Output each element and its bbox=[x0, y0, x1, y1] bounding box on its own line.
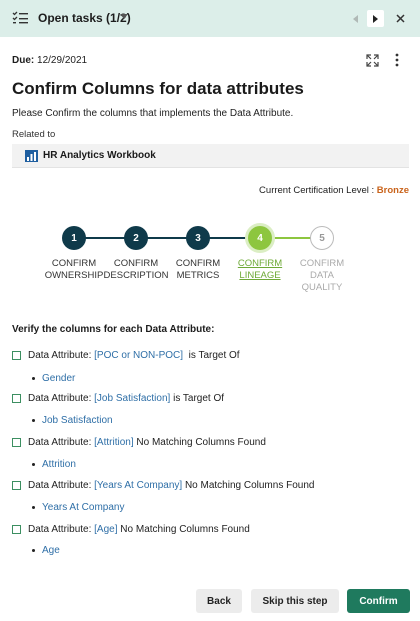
attribute-prefix: Data Attribute: bbox=[28, 524, 92, 535]
step-2-label: CONFIRM DESCRIPTION bbox=[103, 258, 169, 281]
certification-value: Bronze bbox=[376, 185, 409, 196]
step-2-circle: 2 bbox=[124, 226, 148, 250]
next-task-button[interactable] bbox=[367, 10, 384, 27]
attribute-suffix: No Matching Columns Found bbox=[120, 524, 250, 535]
attribute-link[interactable]: [Attrition] bbox=[94, 437, 133, 448]
attribute-checkbox[interactable] bbox=[12, 394, 21, 403]
due-date-value: 12/29/2021 bbox=[37, 55, 88, 66]
column-item: Attrition bbox=[32, 459, 76, 470]
attribute-row: Data Attribute: [Attrition] No Matching … bbox=[12, 437, 266, 448]
attribute-prefix: Data Attribute: bbox=[28, 480, 92, 491]
bullet bbox=[32, 419, 35, 422]
step-connector bbox=[74, 237, 260, 239]
close-icon bbox=[396, 14, 405, 23]
chevron-down-icon[interactable] bbox=[120, 14, 128, 19]
chevron-left-icon bbox=[353, 14, 358, 23]
step-4-circle[interactable]: 4 bbox=[248, 226, 272, 250]
workbook-icon bbox=[25, 150, 38, 162]
attribute-prefix: Data Attribute: bbox=[28, 350, 92, 361]
step-1-label: CONFIRM OWNERSHIP bbox=[44, 258, 104, 281]
attribute-suffix: No Matching Columns Found bbox=[184, 480, 315, 491]
column-link[interactable]: Gender bbox=[42, 373, 75, 384]
certification-level: Current Certification Level : Bronze bbox=[259, 185, 409, 196]
step-3-label: CONFIRM METRICS bbox=[175, 258, 221, 281]
bullet bbox=[32, 549, 35, 552]
attribute-row: Data Attribute: [Years At Company] No Ma… bbox=[12, 480, 314, 491]
step-1-circle: 1 bbox=[62, 226, 86, 250]
attribute-row: Data Attribute: [Age] No Matching Column… bbox=[12, 524, 250, 535]
attribute-checkbox[interactable] bbox=[12, 438, 21, 447]
close-button[interactable] bbox=[392, 10, 409, 27]
column-link[interactable]: Attrition bbox=[42, 459, 76, 470]
step-5-label: CONFIRM DATA QUALITY bbox=[299, 258, 345, 293]
bullet bbox=[32, 506, 35, 509]
column-link[interactable]: Job Satisfaction bbox=[42, 415, 113, 426]
column-link[interactable]: Age bbox=[42, 545, 60, 556]
attribute-suffix: No Matching Columns Found bbox=[136, 437, 266, 448]
checklist-icon bbox=[12, 11, 28, 24]
column-item: Age bbox=[32, 545, 60, 556]
attribute-link[interactable]: [Age] bbox=[94, 524, 117, 535]
attribute-checkbox[interactable] bbox=[12, 481, 21, 490]
open-tasks-title[interactable]: Open tasks (1/2) bbox=[38, 11, 131, 25]
related-item-label[interactable]: HR Analytics Workbook bbox=[43, 150, 156, 161]
attribute-link[interactable]: [Job Satisfaction] bbox=[94, 393, 170, 404]
step-4-label[interactable]: CONFIRM LINEAGE bbox=[225, 258, 295, 282]
bullet bbox=[32, 463, 35, 466]
attribute-link[interactable]: [Years At Company] bbox=[94, 480, 182, 491]
confirm-button[interactable]: Confirm bbox=[347, 589, 410, 613]
expand-icon[interactable] bbox=[366, 54, 379, 67]
attribute-row: Data Attribute: [POC or NON-POC] is Targ… bbox=[12, 350, 240, 361]
more-options-icon[interactable] bbox=[394, 53, 400, 67]
skip-step-button[interactable]: Skip this step bbox=[251, 589, 339, 613]
attribute-prefix: Data Attribute: bbox=[28, 437, 92, 448]
certification-label: Current Certification Level : bbox=[259, 185, 375, 196]
attribute-checkbox[interactable] bbox=[12, 351, 21, 360]
due-label: Due: bbox=[12, 55, 35, 66]
open-tasks-header: Open tasks (1/2) bbox=[0, 0, 420, 37]
attribute-link[interactable]: [POC or NON-POC] bbox=[94, 350, 183, 361]
previous-task-button[interactable] bbox=[347, 10, 364, 27]
column-link[interactable]: Years At Company bbox=[42, 502, 124, 513]
related-item[interactable]: HR Analytics Workbook bbox=[12, 144, 409, 168]
related-to-label: Related to bbox=[12, 129, 56, 140]
attribute-suffix: is Target Of bbox=[173, 393, 225, 404]
page-title: Confirm Columns for data attributes bbox=[12, 79, 304, 98]
step-3-circle: 3 bbox=[186, 226, 210, 250]
back-button[interactable]: Back bbox=[196, 589, 242, 613]
column-item: Years At Company bbox=[32, 502, 124, 513]
verify-heading: Verify the columns for each Data Attribu… bbox=[12, 324, 215, 335]
bullet bbox=[32, 377, 35, 380]
chevron-right-icon bbox=[373, 14, 378, 23]
attribute-prefix: Data Attribute: bbox=[28, 393, 92, 404]
attribute-row: Data Attribute: [Job Satisfaction] is Ta… bbox=[12, 393, 224, 404]
attribute-suffix: is Target Of bbox=[188, 350, 240, 361]
column-item: Gender bbox=[32, 373, 75, 384]
step-5-circle: 5 bbox=[310, 226, 334, 250]
attribute-checkbox[interactable] bbox=[12, 525, 21, 534]
task-description: Please Confirm the columns that implemen… bbox=[12, 108, 294, 119]
due-date: Due: 12/29/2021 bbox=[12, 55, 87, 66]
column-item: Job Satisfaction bbox=[32, 415, 113, 426]
